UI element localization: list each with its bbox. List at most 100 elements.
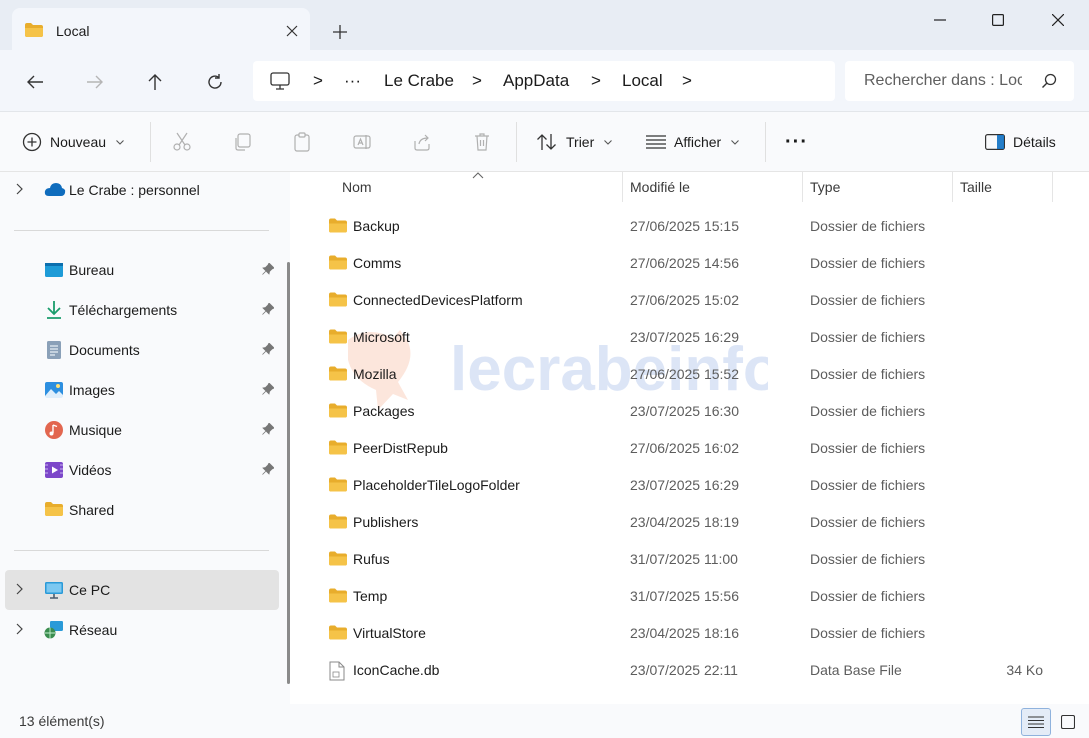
up-arrow-icon[interactable] [139,66,171,98]
sidebar-item-label: Images [69,382,115,398]
close-window-icon[interactable] [1028,0,1088,40]
file-type: Dossier de fichiers [810,514,926,530]
new-button[interactable]: Nouveau [22,112,124,172]
details-view-icon[interactable] [1021,708,1051,736]
file-row[interactable]: IconCache.db 23/07/2025 22:11 Data Base … [320,652,1065,689]
sidebar-item-telechargements[interactable]: Téléchargements [0,292,280,328]
forward-arrow-icon[interactable] [79,66,111,98]
file-name: Comms [353,255,402,271]
minimize-icon[interactable] [910,0,970,40]
file-row[interactable]: VirtualStore 23/04/2025 18:16 Dossier de… [320,615,1065,652]
folder-icon [328,217,348,234]
videos-icon [44,460,64,480]
view-button[interactable]: Afficher [646,112,740,172]
chevron-right-icon[interactable] [16,183,23,195]
column-header-modified[interactable]: Modifié le [630,172,800,202]
this-pc-icon [44,580,64,600]
search-icon[interactable] [1041,73,1057,89]
file-modified: 27/06/2025 15:52 [630,366,739,382]
file-name: VirtualStore [353,625,426,641]
sidebar-item-bureau[interactable]: Bureau [0,252,280,288]
file-row[interactable]: Comms 27/06/2025 14:56 Dossier de fichie… [320,245,1065,282]
pin-icon[interactable] [262,343,274,355]
title-bar: Local [0,0,1089,51]
file-row[interactable]: Temp 31/07/2025 15:56 Dossier de fichier… [320,578,1065,615]
column-divider[interactable] [622,172,623,202]
sidebar-item-onedrive[interactable]: Le Crabe : personnel [0,172,280,208]
cut-icon[interactable] [170,130,194,154]
breadcrumb-separator[interactable]: > [591,61,601,101]
sidebar-item-label: Le Crabe : personnel [69,182,200,198]
sidebar-item-reseau[interactable]: Réseau [0,612,280,648]
breadcrumb-local[interactable]: Local [622,61,663,101]
file-row[interactable]: Publishers 23/04/2025 18:19 Dossier de f… [320,504,1065,541]
file-name: Microsoft [353,329,410,345]
file-row[interactable]: Mozilla 27/06/2025 15:52 Dossier de fich… [320,356,1065,393]
folder-icon [328,550,348,567]
column-divider[interactable] [952,172,953,202]
file-type: Dossier de fichiers [810,292,926,308]
rename-icon[interactable] [350,130,374,154]
file-modified: 23/07/2025 16:29 [630,329,739,345]
file-row[interactable]: ConnectedDevicesPlatform 27/06/2025 15:0… [320,282,1065,319]
sidebar-scrollbar[interactable] [287,262,290,684]
sort-button[interactable]: Trier [536,112,613,172]
file-row[interactable]: Microsoft 23/07/2025 16:29 Dossier de fi… [320,319,1065,356]
address-bar[interactable]: > ··· Le Crabe > AppData > Local > [253,61,835,101]
pin-icon[interactable] [262,263,274,275]
copy-icon[interactable] [230,130,254,154]
sidebar-item-shared[interactable]: Shared [0,492,280,528]
sidebar-item-videos[interactable]: Vidéos [0,452,280,488]
breadcrumb-le-crabe[interactable]: Le Crabe [384,61,454,101]
file-type: Dossier de fichiers [810,440,926,456]
breadcrumb-separator[interactable]: > [472,61,482,101]
tiles-view-icon[interactable] [1053,708,1083,736]
file-row[interactable]: PeerDistRepub 27/06/2025 16:02 Dossier d… [320,430,1065,467]
chevron-right-icon[interactable] [16,583,23,595]
maximize-icon[interactable] [968,0,1028,40]
status-bar: 13 élément(s) [0,704,1089,738]
search-input[interactable]: Rechercher dans : Local [864,72,1022,90]
file-type: Data Base File [810,662,902,678]
search-box[interactable]: Rechercher dans : Local [845,61,1074,101]
breadcrumb-separator[interactable]: > [682,61,692,101]
folder-icon [328,254,348,271]
new-tab-icon[interactable] [326,18,354,46]
file-type: Dossier de fichiers [810,588,926,604]
sidebar-item-ce-pc[interactable]: Ce PC [0,572,280,608]
pin-icon[interactable] [262,463,274,475]
computer-icon[interactable] [270,61,290,101]
file-row[interactable]: Rufus 31/07/2025 11:00 Dossier de fichie… [320,541,1065,578]
sidebar-item-label: Téléchargements [69,302,178,318]
column-header-type[interactable]: Type [810,172,950,202]
details-button[interactable]: Détails [985,112,1056,172]
delete-icon[interactable] [470,130,494,154]
refresh-icon[interactable] [199,66,231,98]
breadcrumb-separator[interactable]: > [313,61,323,101]
network-icon [44,620,64,640]
file-name: Temp [353,588,388,604]
column-divider[interactable] [802,172,803,202]
pin-icon[interactable] [262,383,274,395]
back-arrow-icon[interactable] [19,66,51,98]
breadcrumb-appdata[interactable]: AppData [503,61,569,101]
column-header-size[interactable]: Taille [960,172,1050,202]
tab-local[interactable]: Local [12,8,310,51]
sidebar-item-documents[interactable]: Documents [0,332,280,368]
pin-icon[interactable] [262,303,274,315]
breadcrumb-overflow[interactable]: ··· [344,61,361,101]
share-icon[interactable] [410,130,434,154]
file-row[interactable]: PlaceholderTileLogoFolder 23/07/2025 16:… [320,467,1065,504]
file-row[interactable]: Backup 27/06/2025 15:15 Dossier de fichi… [320,208,1065,245]
sidebar-item-musique[interactable]: Musique [0,412,280,448]
chevron-right-icon[interactable] [16,623,23,635]
file-row[interactable]: Packages 23/07/2025 16:30 Dossier de fic… [320,393,1065,430]
column-divider[interactable] [1052,172,1053,202]
command-bar: Nouveau Trier Afficher ··· Détails [0,112,1089,172]
pin-icon[interactable] [262,423,274,435]
file-modified: 23/04/2025 18:16 [630,625,739,641]
paste-icon[interactable] [290,130,314,154]
close-tab-icon[interactable] [282,21,302,41]
sidebar-item-images[interactable]: Images [0,372,280,408]
more-options-button[interactable]: ··· [785,112,808,172]
